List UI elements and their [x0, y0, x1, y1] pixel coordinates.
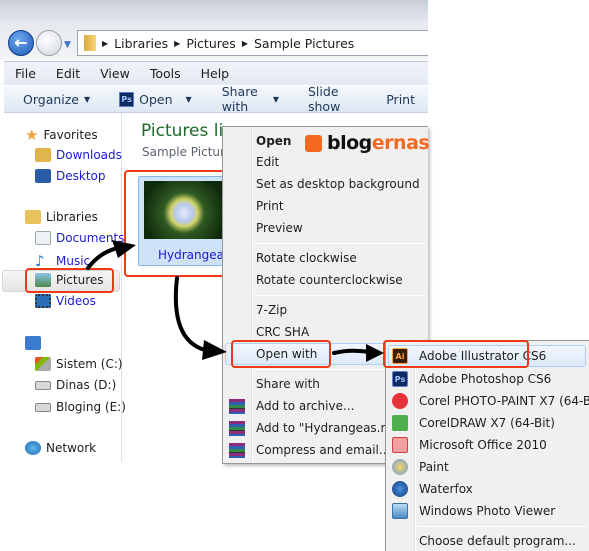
arrowhead: [366, 344, 384, 362]
arrowhead: [202, 340, 227, 360]
arrow-open-with-to-illustrator: [332, 348, 372, 355]
arrowhead: [112, 240, 136, 258]
annotation-arrows: [86, 240, 384, 362]
arrow-pictures-to-file: [86, 246, 120, 270]
arrow-file-to-open-with: [173, 276, 207, 352]
